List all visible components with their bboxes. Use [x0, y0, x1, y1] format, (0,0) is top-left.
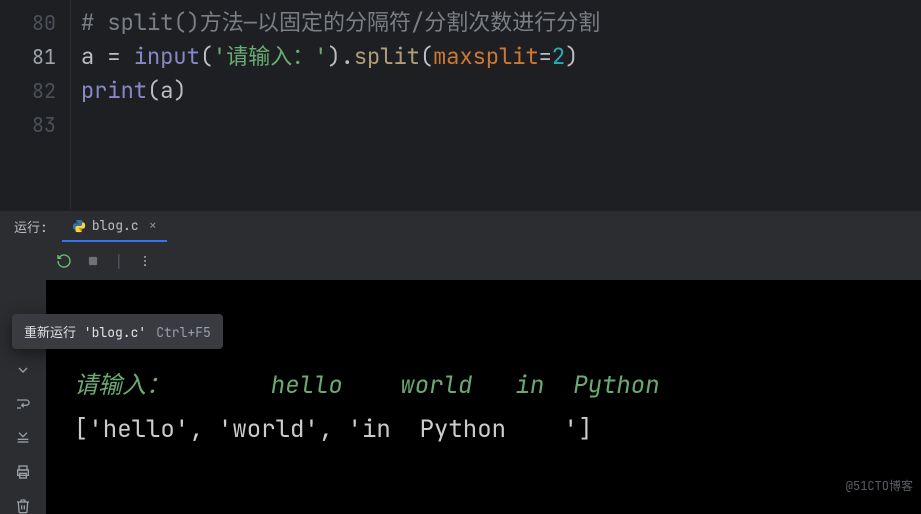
paren-token: (	[147, 76, 160, 105]
soft-wrap-icon[interactable]	[14, 396, 32, 412]
code-line: print(a)	[81, 74, 921, 108]
line-number-gutter: 80 81 82 83	[0, 0, 70, 210]
code-area[interactable]: # split()方法—以固定的分隔符/分割次数进行分割 a = input('…	[70, 0, 921, 210]
dot-token: .	[341, 42, 354, 71]
op-token: =	[539, 42, 552, 71]
console-user-input: hello world in Python	[170, 370, 717, 401]
paren-token: )	[327, 42, 340, 71]
tooltip-text: 重新运行 'blog.c'	[24, 322, 146, 341]
run-tab[interactable]: blog.c ×	[62, 211, 167, 242]
line-number: 82	[0, 74, 56, 108]
scroll-down-icon[interactable]	[14, 362, 32, 378]
rerun-icon[interactable]	[56, 253, 72, 269]
code-line: # split()方法—以固定的分隔符/分割次数进行分割	[81, 6, 921, 40]
method-token: split	[354, 42, 420, 71]
run-sidebar	[0, 242, 46, 514]
watermark: @51CTO博客	[846, 464, 913, 508]
line-number: 83	[0, 108, 56, 142]
stop-icon[interactable]	[86, 254, 100, 268]
paren-token: (	[420, 42, 433, 71]
run-panel: | 重新运行 'blog.c' Ctrl+F5 请输入： hello world…	[0, 242, 921, 514]
paren-token: (	[200, 42, 213, 71]
param-token: maxsplit	[433, 42, 539, 71]
line-number: 81	[0, 40, 56, 74]
scroll-to-end-icon[interactable]	[14, 430, 32, 446]
console-prompt: 请输入：	[74, 370, 170, 401]
console-result: ['hello', 'world', 'in Python ']	[74, 414, 592, 445]
run-tab-label: blog.c	[92, 217, 139, 234]
builtin-token: print	[81, 76, 147, 105]
rerun-tooltip: 重新运行 'blog.c' Ctrl+F5	[12, 314, 223, 349]
number-token: 2	[552, 42, 565, 71]
line-number: 80	[0, 6, 56, 40]
print-icon[interactable]	[14, 464, 32, 480]
paren-token: )	[173, 76, 186, 105]
more-icon[interactable]	[138, 254, 152, 268]
trash-icon[interactable]	[14, 498, 32, 514]
code-editor: 80 81 82 83 # split()方法—以固定的分隔符/分割次数进行分割…	[0, 0, 921, 210]
run-toolbar: |	[46, 242, 921, 280]
tooltip-shortcut: Ctrl+F5	[156, 324, 211, 341]
run-panel-title: 运行:	[0, 211, 62, 242]
ident-token: a	[160, 76, 173, 105]
builtin-token: input	[134, 42, 200, 71]
comment-token: # split()方法—以固定的分隔符/分割次数进行分割	[81, 8, 600, 37]
close-icon[interactable]: ×	[145, 217, 157, 235]
code-line: a = input('请输入：').split(maxsplit=2)	[81, 40, 921, 74]
ident-token: a	[81, 42, 107, 71]
string-token: '请输入：'	[213, 42, 327, 71]
paren-token: )	[565, 42, 578, 71]
op-token: =	[107, 42, 133, 71]
run-panel-header: 运行: blog.c ×	[0, 210, 921, 242]
python-file-icon	[72, 219, 86, 233]
